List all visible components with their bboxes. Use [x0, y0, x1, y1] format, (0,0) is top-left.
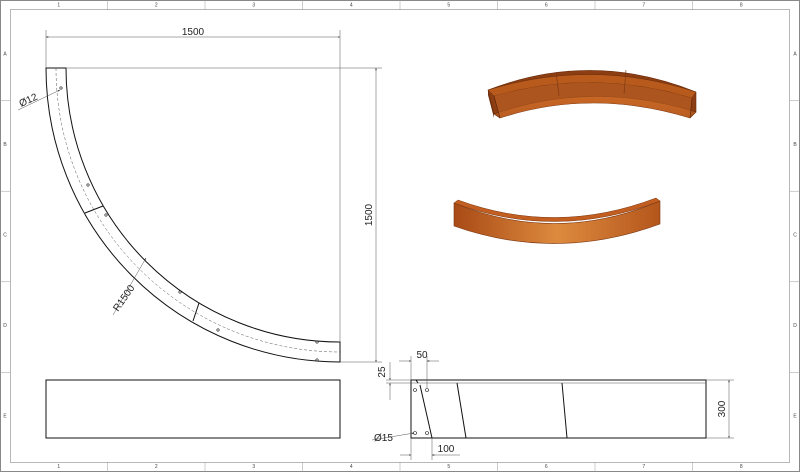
- column-label: 8: [740, 3, 743, 9]
- height-dimension: 1500: [364, 203, 375, 226]
- row-label: D: [3, 323, 7, 329]
- row-label: A: [3, 51, 7, 57]
- column-label: 4: [350, 3, 353, 9]
- side-height-dimension: 300: [717, 400, 728, 417]
- top-view: 1500 1500 Ø12 R1500: [18, 27, 382, 363]
- column-label: 7: [642, 3, 645, 9]
- row-label: C: [3, 233, 7, 239]
- column-label: 1: [57, 3, 60, 9]
- side-view: 25 50 300 100 Ø15: [371, 350, 734, 460]
- column-label: 4: [350, 464, 353, 470]
- side-bottom-dimension: 100: [438, 444, 455, 455]
- column-label: 3: [252, 3, 255, 9]
- row-label: D: [793, 323, 797, 329]
- drawing-sheet: 1 1 2 2 3 3 4 4 5 5 6 6 7 7 8 8 A A B B C C D D E E 1500 1500 Ø1…: [0, 0, 800, 472]
- isometric-view-bottom: [453, 197, 661, 244]
- isometric-view-top: [487, 69, 697, 119]
- row-label: E: [793, 414, 797, 420]
- hole-top-callout: Ø12: [18, 92, 40, 110]
- radius-callout: R1500: [111, 283, 137, 314]
- side-offset-dimension: 50: [416, 350, 428, 361]
- column-label: 7: [642, 464, 645, 470]
- row-label: A: [793, 51, 797, 57]
- row-label: B: [3, 142, 7, 148]
- column-label: 3: [252, 464, 255, 470]
- column-label: 6: [545, 464, 548, 470]
- column-label: 1: [57, 464, 60, 470]
- column-label: 2: [155, 464, 158, 470]
- side-top-dimension: 25: [377, 366, 388, 378]
- sheet-frame: 1 1 2 2 3 3 4 4 5 5 6 6 7 7 8 8 A A B B C C D D E E: [0, 0, 800, 472]
- column-label: 2: [155, 3, 158, 9]
- column-ticks: 1 1 2 2 3 3 4 4 5 5 6 6 7 7 8 8: [57, 0, 743, 472]
- column-label: 5: [447, 3, 450, 9]
- row-label: C: [793, 233, 797, 239]
- row-label: E: [3, 414, 7, 420]
- front-view: [45, 379, 341, 439]
- column-label: 6: [545, 3, 548, 9]
- row-label: B: [793, 142, 797, 148]
- column-label: 5: [447, 464, 450, 470]
- hole-side-callout: Ø15: [374, 433, 393, 444]
- width-dimension: 1500: [182, 27, 205, 38]
- column-label: 8: [740, 464, 743, 470]
